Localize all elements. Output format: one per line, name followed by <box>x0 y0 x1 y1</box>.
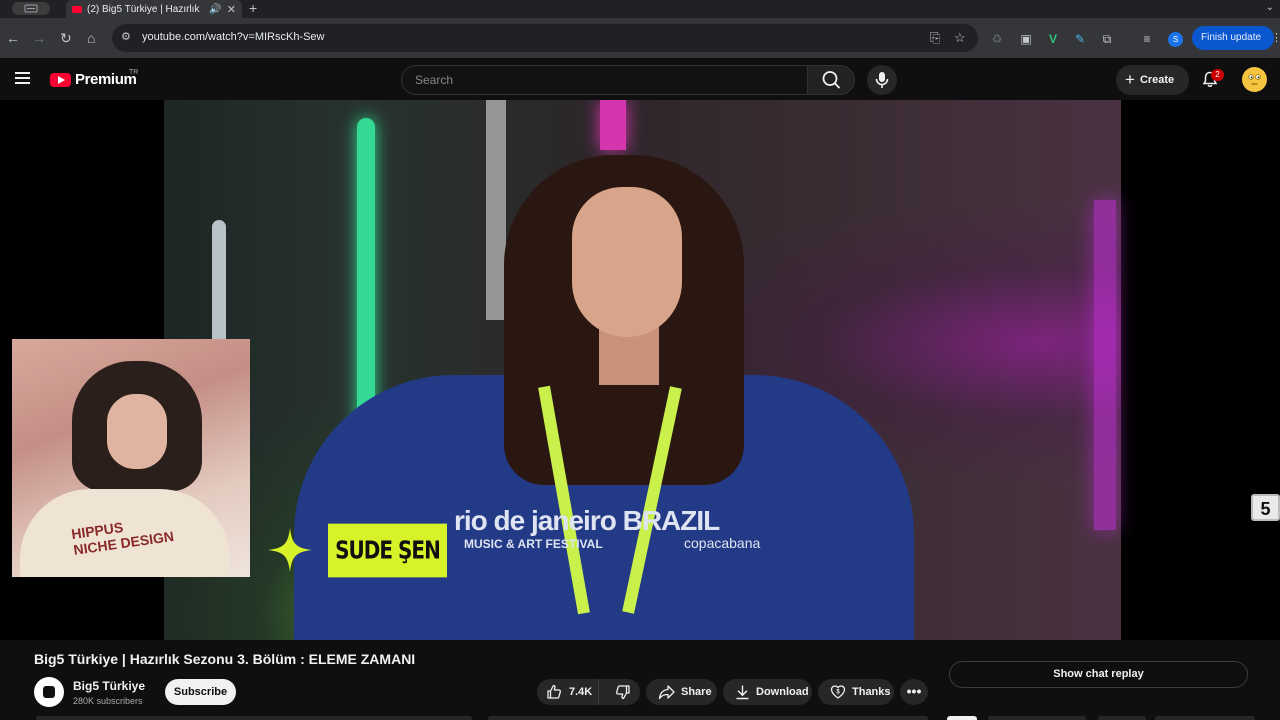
subscriber-count: 280K subscribers <box>73 696 143 706</box>
subscribe-button[interactable]: Subscribe <box>165 679 236 705</box>
search-box <box>401 65 808 95</box>
youtube-header: Premium TR + Create 2 <box>0 58 1280 100</box>
address-url[interactable]: youtube.com/watch?v=MIRscKh-Sew <box>142 31 325 43</box>
video-subject: rio de janeiro BRAZIL MUSIC & ART FESTIV… <box>294 145 914 640</box>
like-count: 7.4K <box>569 686 593 698</box>
download-button[interactable]: Download <box>723 679 812 705</box>
webcam-overlay: HIPPUS NICHE DESIGN <box>12 339 250 577</box>
profile-avatar[interactable]: S <box>1168 32 1183 47</box>
chip-more[interactable] <box>1155 716 1255 720</box>
home-icon[interactable]: ⌂ <box>87 30 95 46</box>
hamburger-menu-icon[interactable] <box>15 72 30 84</box>
finish-update-button[interactable]: Finish update ⋮ <box>1192 26 1280 50</box>
thanks-button[interactable]: $ Thanks <box>818 679 894 705</box>
search-icon <box>822 71 840 89</box>
search-input[interactable] <box>402 66 807 94</box>
browser-toolbar: ← → ↻ ⌂ ⚙ youtube.com/watch?v=MIRscKh-Se… <box>0 18 1280 58</box>
like-button[interactable]: 7.4K <box>537 679 600 705</box>
microphone-icon <box>875 72 889 88</box>
extension-translate-icon[interactable]: ▣ <box>1019 32 1033 46</box>
neon-light-magenta <box>1094 200 1116 530</box>
install-app-icon[interactable]: ⎘ <box>930 30 940 46</box>
share-button[interactable]: Share <box>646 679 717 705</box>
extension-recycle-icon[interactable]: ♻ <box>990 32 1004 46</box>
webcam-person-face <box>107 394 167 469</box>
subject-face <box>572 187 682 337</box>
chevron-down-icon[interactable]: ⌄ <box>1266 2 1274 13</box>
browser-tab-strip: (2) Big5 Türkiye | Hazırlık 🔊 ✕ + ⌄ <box>0 0 1280 18</box>
video-title: Big5 Türkiye | Hazırlık Sezonu 3. Bölüm … <box>34 651 416 667</box>
thanks-label: Thanks <box>852 686 891 698</box>
forward-arrow-icon[interactable]: → <box>32 30 46 46</box>
create-label: Create <box>1139 74 1175 86</box>
voice-search-button[interactable] <box>867 65 897 95</box>
description-box-edge <box>36 716 472 720</box>
sparkle-icon <box>268 528 312 572</box>
finish-update-label: Finish update <box>1201 32 1262 43</box>
plus-icon: + <box>1125 70 1135 89</box>
speaker-icon[interactable]: 🔊 <box>209 4 221 15</box>
notification-badge: 2 <box>1211 69 1224 81</box>
share-arrow-icon <box>658 685 675 700</box>
hoodie-print-copacabana: copacabana <box>684 535 761 551</box>
create-button[interactable]: + Create <box>1116 65 1189 95</box>
youtube-premium-logo[interactable]: Premium <box>50 71 137 88</box>
browser-tab-active[interactable]: (2) Big5 Türkiye | Hazırlık 🔊 ✕ <box>66 0 242 18</box>
dislike-button[interactable] <box>605 679 640 705</box>
tab-search-button[interactable] <box>12 2 50 15</box>
media-controls-icon[interactable]: ≡ <box>1140 32 1154 46</box>
show-chat-replay-button[interactable]: Show chat replay <box>949 661 1248 688</box>
back-arrow-icon[interactable]: ← <box>6 30 20 46</box>
bookmark-star-icon[interactable]: ☆ <box>954 30 966 46</box>
extensions-puzzle-icon[interactable]: ⧉ <box>1100 32 1114 46</box>
reload-icon[interactable]: ↻ <box>60 30 72 46</box>
site-info-icon[interactable]: ⚙ <box>121 30 135 44</box>
lower-third-name-tag: SUDE ŞEN <box>328 523 447 578</box>
channel-avatar[interactable] <box>34 677 64 707</box>
thumbs-down-icon <box>615 685 630 700</box>
comments-box-edge <box>488 716 928 720</box>
tab-title: (2) Big5 Türkiye | Hazırlık <box>87 3 200 15</box>
chip-all[interactable] <box>947 716 977 720</box>
search-button[interactable] <box>807 65 855 95</box>
hoodie-print-sub: MUSIC & ART FESTIVAL <box>464 537 603 551</box>
extension-v-icon[interactable]: V <box>1046 32 1060 46</box>
neon-light-pink <box>600 100 626 150</box>
chip-related[interactable] <box>988 716 1086 720</box>
download-icon <box>736 685 749 700</box>
channel-name[interactable]: Big5 Türkiye <box>73 679 145 693</box>
video-player[interactable]: rio de janeiro BRAZIL MUSIC & ART FESTIV… <box>0 100 1280 640</box>
thumbs-up-icon <box>547 684 562 699</box>
more-actions-button[interactable]: ••• <box>900 679 928 705</box>
like-dislike-group: 7.4K <box>537 679 640 705</box>
new-tab-button[interactable]: + <box>249 0 257 18</box>
extension-glyph-icon[interactable]: ✎ <box>1073 32 1087 46</box>
address-bar[interactable]: ⚙ youtube.com/watch?v=MIRscKh-Sew ⎘ ☆ <box>112 24 978 52</box>
account-avatar[interactable] <box>1242 67 1267 92</box>
hoodie-print: rio de janeiro BRAZIL <box>454 505 720 536</box>
chip-channel[interactable] <box>1098 716 1146 720</box>
emoji-face-icon <box>1248 74 1261 85</box>
download-label: Download <box>756 686 809 698</box>
youtube-play-icon <box>50 72 71 87</box>
logo-text: Premium <box>75 71 137 88</box>
svg-text:$: $ <box>836 690 840 696</box>
channel-logo-bug: 5 <box>1251 494 1280 521</box>
region-code: TR <box>129 69 139 76</box>
browser-menu-icon[interactable]: ⋮ <box>1271 26 1280 50</box>
super-thanks-icon: $ <box>830 685 846 699</box>
share-label: Share <box>681 686 712 698</box>
tab-list-icon <box>24 4 38 13</box>
youtube-favicon-icon <box>72 5 82 13</box>
tab-close-icon[interactable]: ✕ <box>227 3 236 16</box>
